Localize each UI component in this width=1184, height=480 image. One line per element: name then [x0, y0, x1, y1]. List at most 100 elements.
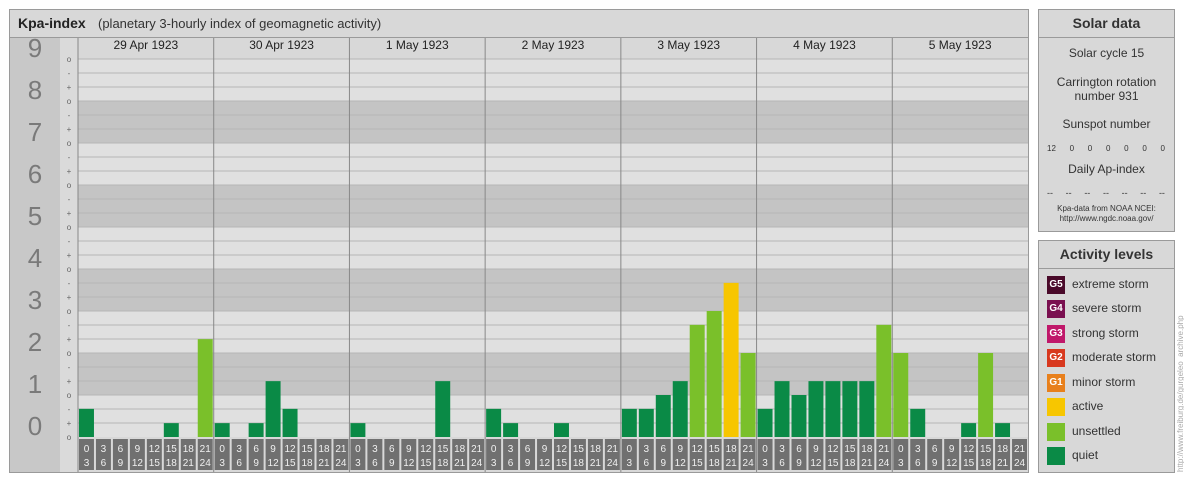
kp-bar — [961, 423, 977, 437]
sunspot-value: 0 — [1142, 144, 1147, 153]
interval-start-label: 0 — [84, 444, 90, 455]
interval-end-label: 9 — [118, 458, 124, 469]
kpa-chart-panel: 0 1 2 3 4 5 6 7 8 9- + o - + o - + o - + o - + o - + o - + o - + o - + o o 29… — [9, 9, 1029, 473]
interval-start-label: 21 — [1014, 444, 1026, 455]
kp-bar — [486, 408, 502, 437]
interval-end-label: 18 — [709, 458, 721, 469]
legend-label: active — [1072, 399, 1104, 413]
minor-tick-label: o — [67, 97, 72, 106]
y-tick-label: 4 — [28, 243, 42, 273]
ap-value: -- — [1140, 188, 1147, 198]
kp-bar — [723, 282, 739, 437]
interval-start-label: 3 — [372, 444, 378, 455]
y-tick-label: 8 — [28, 75, 42, 105]
interval-end-label: 15 — [963, 458, 975, 469]
minor-tick-label: o — [67, 265, 72, 274]
minor-tick-label: - — [68, 111, 71, 120]
interval-start-label: 18 — [726, 444, 738, 455]
y-tick-label: 7 — [28, 117, 42, 147]
legend-label: quiet — [1072, 448, 1099, 462]
interval-start-label: 9 — [949, 444, 955, 455]
kp-bar — [350, 423, 366, 437]
interval-start-label: 3 — [508, 444, 514, 455]
minor-tick-label: + — [67, 293, 72, 302]
interval-start-label: 18 — [183, 444, 195, 455]
legend-label: unsettled — [1072, 424, 1121, 438]
interval-start-label: 12 — [284, 444, 296, 455]
minor-tick-label: - — [68, 279, 71, 288]
interval-end-label: 24 — [607, 458, 619, 469]
interval-end-label: 24 — [471, 458, 483, 469]
interval-end-label: 3 — [762, 458, 768, 469]
interval-start-label: 0 — [491, 444, 497, 455]
interval-end-label: 12 — [132, 458, 144, 469]
interval-end-label: 3 — [491, 458, 497, 469]
interval-end-label: 6 — [779, 458, 785, 469]
interval-end-label: 21 — [590, 458, 602, 469]
kp-bar — [774, 381, 790, 437]
sunspot-values: 12 0 0 0 0 0 0 — [1047, 144, 1165, 153]
kp-bar — [740, 353, 756, 437]
interval-end-label: 3 — [898, 458, 904, 469]
ap-value: -- — [1084, 188, 1091, 198]
kp-band — [78, 227, 1028, 269]
minor-tick-label: - — [68, 405, 71, 414]
y-tick-label: 6 — [28, 159, 42, 189]
minor-tick-label: + — [67, 167, 72, 176]
kp-band — [78, 59, 1028, 101]
interval-start-label: 12 — [827, 444, 839, 455]
interval-start-label: 12 — [692, 444, 704, 455]
kp-bar — [893, 353, 909, 437]
watermark-link[interactable]: http://www.freiburg.de/gurgeleo_archive.… — [1176, 232, 1184, 472]
interval-start-label: 15 — [301, 444, 313, 455]
interval-start-label: 0 — [898, 444, 904, 455]
interval-end-label: 15 — [149, 458, 161, 469]
interval-start-label: 0 — [219, 444, 225, 455]
kp-bar — [757, 408, 773, 437]
kp-bar — [808, 381, 824, 437]
sunspot-value: 0 — [1105, 144, 1111, 153]
y-tick-label: 1 — [28, 369, 42, 399]
day-label: 5 May 1923 — [929, 38, 992, 52]
interval-start-label: 6 — [253, 444, 259, 455]
legend-swatch-g3: G3 — [1047, 325, 1065, 343]
interval-end-label: 18 — [437, 458, 449, 469]
minor-tick-label: - — [68, 237, 71, 246]
minor-tick-label: - — [68, 69, 71, 78]
interval-start-label: 9 — [677, 444, 683, 455]
y-tick-label: 3 — [28, 285, 42, 315]
interval-start-label: 15 — [437, 444, 449, 455]
activity-levels-panel: Activity levels G5 extreme storm G4 seve… — [1038, 240, 1175, 473]
source-link[interactable]: http://www.ngdc.noaa.gov/ — [1039, 214, 1174, 224]
legend-swatch-g2: G2 — [1047, 349, 1065, 367]
interval-start-label: 6 — [525, 444, 531, 455]
day-label: 2 May 1923 — [522, 38, 585, 52]
interval-start-label: 15 — [980, 444, 992, 455]
interval-start-label: 21 — [743, 444, 755, 455]
interval-end-label: 12 — [268, 458, 280, 469]
kp-bar — [672, 381, 688, 437]
interval-end-label: 12 — [539, 458, 551, 469]
legend-swatch-g4: G4 — [1047, 300, 1065, 318]
interval-end-label: 18 — [166, 458, 178, 469]
interval-start-label: 12 — [556, 444, 568, 455]
minor-tick-label: o — [67, 307, 72, 316]
ap-value: -- — [1121, 188, 1128, 198]
legend-label: minor storm — [1072, 375, 1136, 389]
interval-end-label: 9 — [389, 458, 395, 469]
kp-band — [78, 269, 1028, 311]
ap-value: -- — [1102, 188, 1109, 198]
interval-start-label: 3 — [236, 444, 242, 455]
minor-tick-label: + — [67, 83, 72, 92]
interval-start-label: 15 — [166, 444, 178, 455]
kp-bar — [554, 423, 569, 437]
interval-end-label: 6 — [236, 458, 242, 469]
kp-bar — [163, 423, 179, 437]
interval-start-label: 21 — [607, 444, 619, 455]
kp-bar — [689, 324, 705, 437]
interval-end-label: 15 — [692, 458, 704, 469]
interval-end-label: 15 — [420, 458, 432, 469]
day-label: 29 Apr 1923 — [113, 38, 178, 52]
kp-band — [78, 143, 1028, 185]
interval-start-label: 21 — [335, 444, 347, 455]
